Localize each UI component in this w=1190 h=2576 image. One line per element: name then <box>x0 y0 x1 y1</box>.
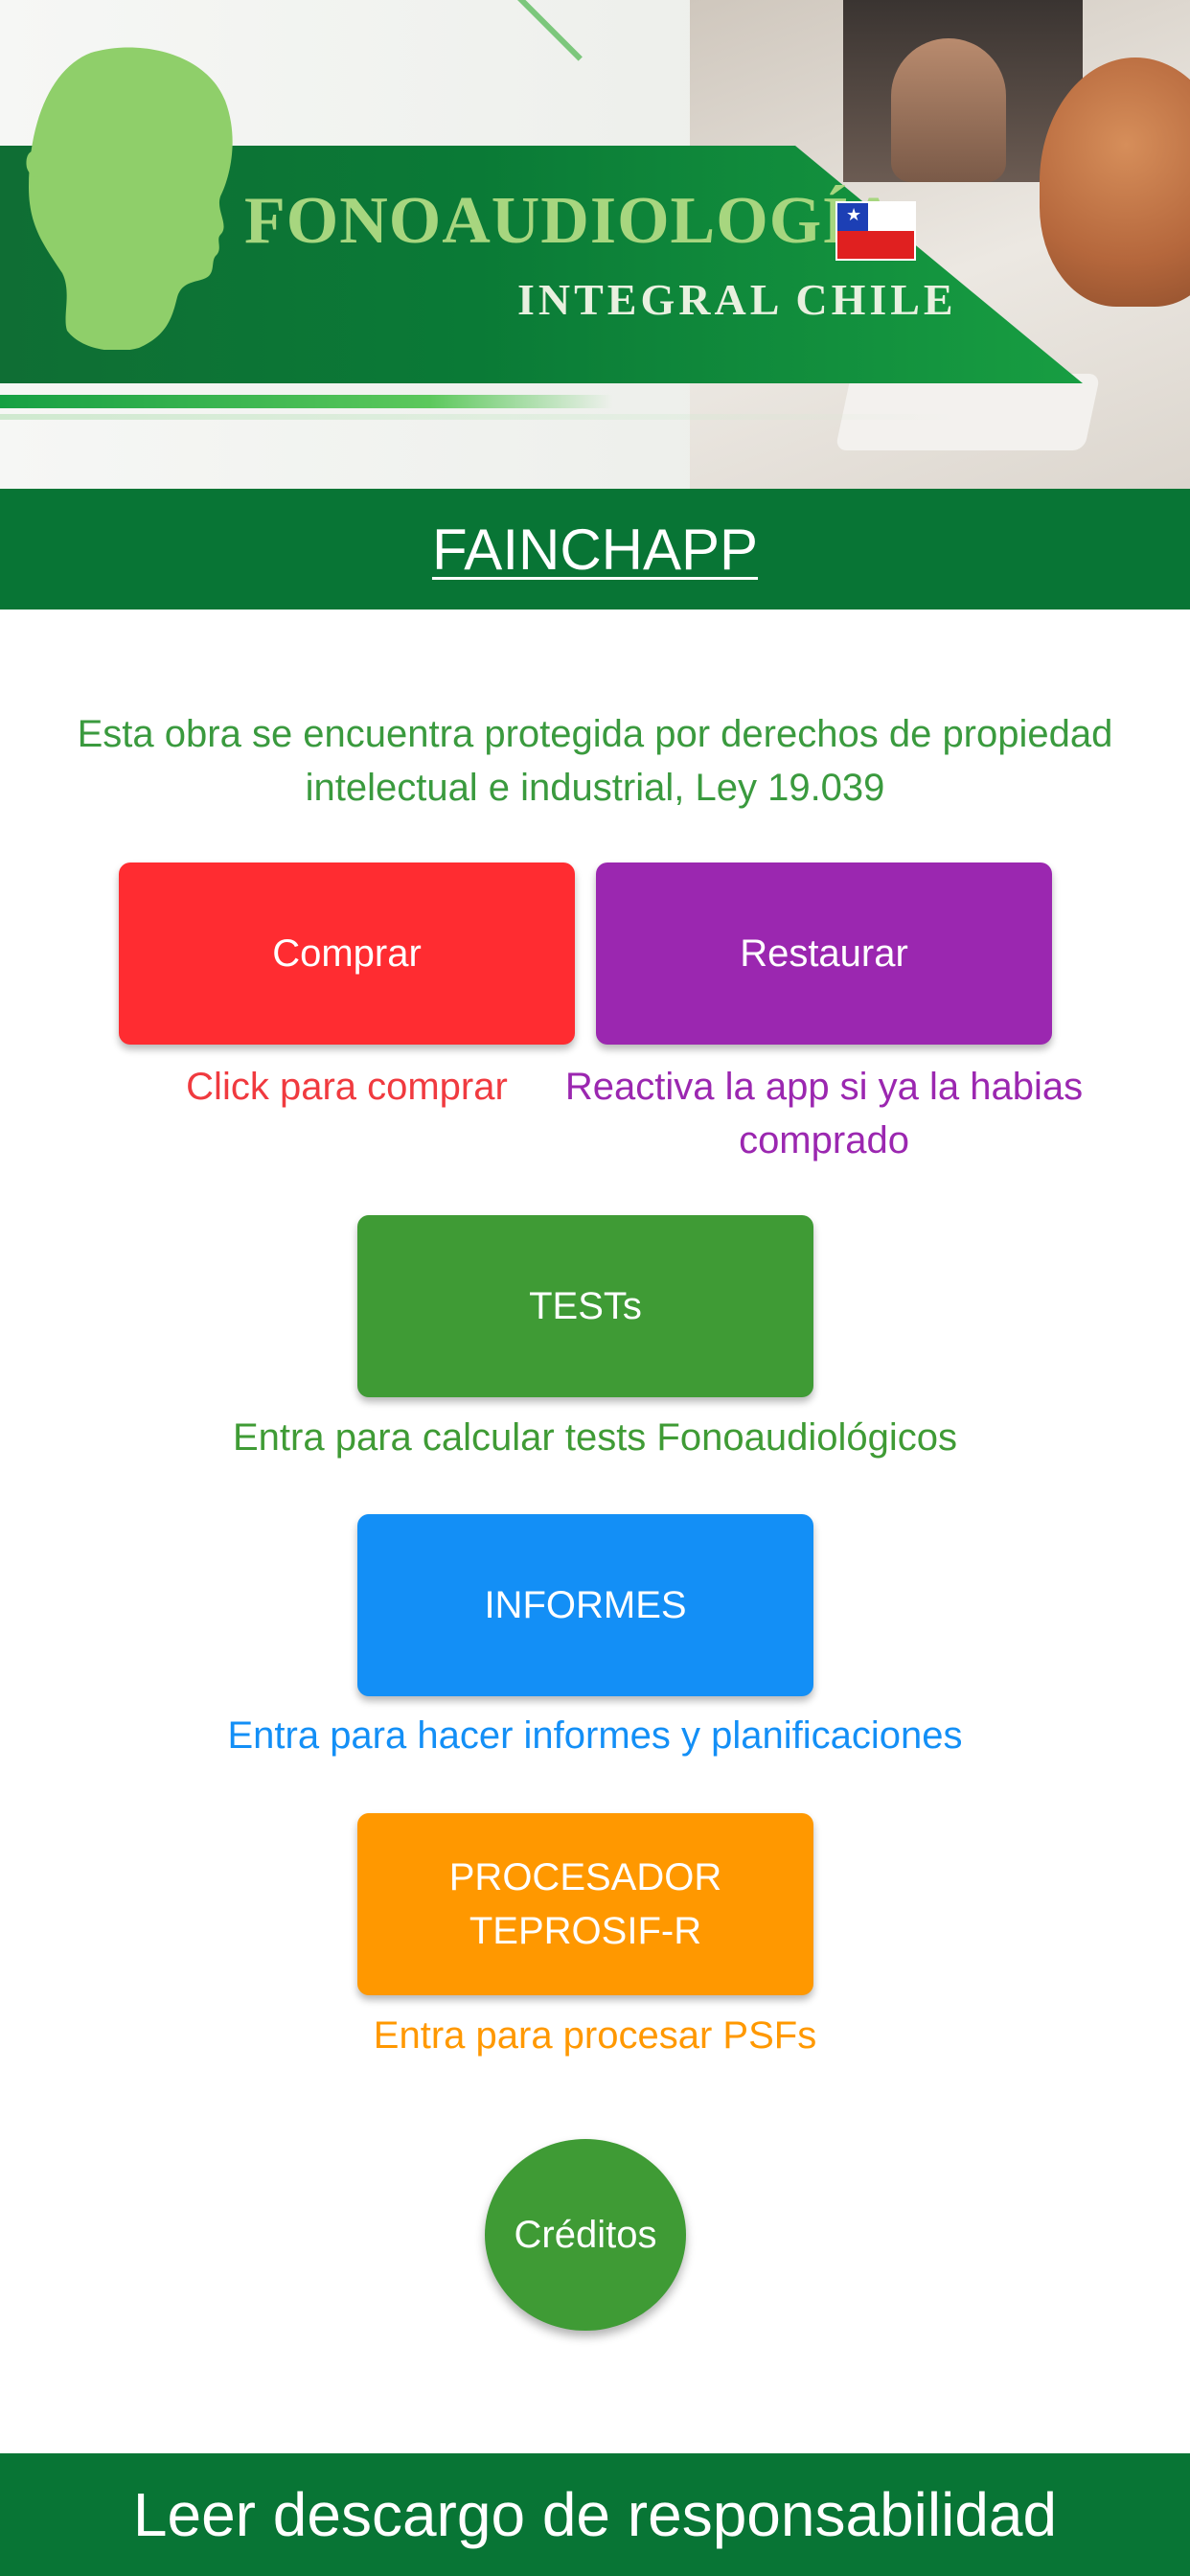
header-banner: FONOAUDIOLOGÍA ★ INTEGRAL CHILE <box>0 0 1190 489</box>
brand-title: FONOAUDIOLOGÍA <box>244 184 899 258</box>
app-title: FAINCHAPP <box>431 517 759 582</box>
procesador-caption: Entra para procesar PSFs <box>373 2014 817 2057</box>
procesador-teprosif-button[interactable]: PROCESADOR TEPROSIF-R <box>357 1813 813 1995</box>
disclaimer-link[interactable]: Leer descargo de responsabilidad <box>133 2479 1057 2550</box>
comprar-caption: Click para comprar <box>186 1066 508 1108</box>
tests-caption: Entra para calcular tests Fonoaudiológic… <box>233 1416 957 1459</box>
disclaimer-bar[interactable]: Leer descargo de responsabilidad <box>0 2453 1190 2576</box>
informes-caption: Entra para hacer informes y planificacio… <box>227 1714 963 1757</box>
chile-flag-icon: ★ <box>835 201 916 261</box>
banner-stripe-light <box>0 414 958 420</box>
restaurar-button[interactable]: Restaurar <box>596 862 1052 1045</box>
tests-button[interactable]: TESTs <box>357 1215 813 1397</box>
banner-accent-line <box>517 0 583 61</box>
banner-stripe <box>0 395 613 408</box>
app-title-bar: FAINCHAPP <box>0 489 1190 610</box>
copyright-notice: Esta obra se encuentra protegida por der… <box>77 713 1113 809</box>
creditos-button[interactable]: Créditos <box>485 2139 686 2331</box>
comprar-button[interactable]: Comprar <box>119 862 575 1045</box>
banner-photo-keyboard <box>835 374 1101 450</box>
brand-subtitle: INTEGRAL CHILE <box>517 275 957 324</box>
banner-photo-person <box>891 38 1006 182</box>
restaurar-caption: Reactiva la app si ya la habias comprado <box>564 1066 1084 1162</box>
head-profile-icon <box>26 47 233 350</box>
informes-button[interactable]: INFORMES <box>357 1514 813 1696</box>
